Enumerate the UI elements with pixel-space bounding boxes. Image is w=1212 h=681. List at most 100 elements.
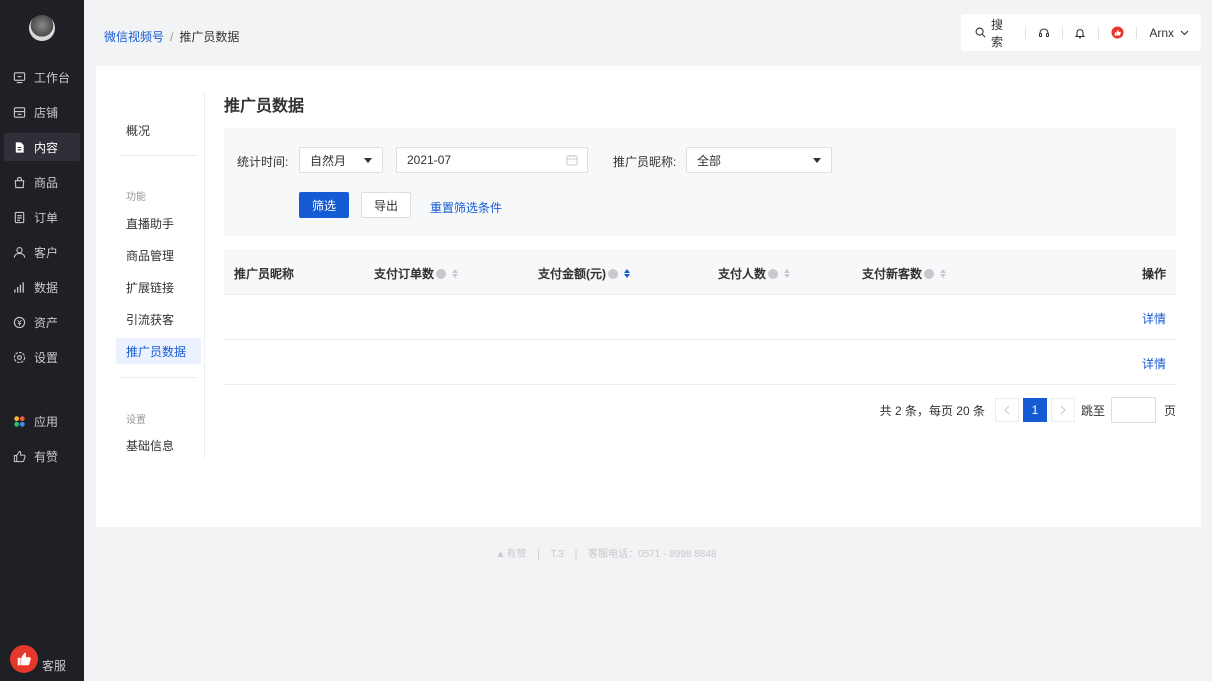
search-icon [975, 27, 986, 38]
column-promoter-nickname: 推广员昵称 [234, 267, 295, 281]
nickname-value: 全部 [697, 153, 722, 168]
sidebar-item-customer[interactable]: 客户 [4, 238, 80, 266]
sidebar-item-store[interactable]: 店铺 [4, 98, 80, 126]
settings-icon [12, 350, 26, 364]
help-icon[interactable] [608, 268, 618, 279]
sort-icon[interactable] [940, 269, 947, 278]
main-panel: 概况 功能 直播助手 商品管理 扩展链接 引流获客 推广员数据 设置 基础信息 … [96, 66, 1201, 527]
submenu-item-basic-info[interactable]: 基础信息 [116, 432, 201, 458]
customer-service-button[interactable]: 客服 [10, 643, 66, 674]
calendar-icon [566, 154, 578, 169]
period-select[interactable]: 自然月 [299, 147, 383, 173]
breadcrumb-parent-link[interactable]: 微信视频号 [104, 28, 164, 45]
bell-icon[interactable] [1074, 27, 1086, 39]
submenu-item-live-assistant[interactable]: 直播助手 [116, 210, 201, 236]
nickname-select[interactable]: 全部 [686, 147, 832, 173]
user-name: Arnx [1149, 25, 1174, 40]
submenu-item-goods-manage[interactable]: 商品管理 [116, 242, 201, 268]
breadcrumb: 微信视频号 / 推广员数据 [104, 28, 239, 45]
shop-avatar[interactable] [29, 15, 55, 41]
submenu-item-promoter-data[interactable]: 推广员数据 [116, 338, 201, 364]
search-button[interactable]: 搜索 [975, 16, 1013, 50]
search-label: 搜索 [991, 17, 1004, 49]
filter-button[interactable]: 筛选 [299, 192, 349, 218]
sidebar-item-order[interactable]: 订单 [4, 203, 80, 231]
submenu-item-traffic[interactable]: 引流获客 [116, 306, 201, 332]
user-menu[interactable]: Arnx [1149, 26, 1189, 40]
sidebar-item-label: 内容 [34, 140, 59, 155]
table-row: 详情 [224, 340, 1176, 385]
order-icon [12, 210, 26, 224]
top-toolbar: 搜索 Arnx [961, 14, 1201, 51]
sidebar-item-label: 数据 [34, 280, 59, 295]
content-icon [12, 140, 26, 154]
footer-separator: | [537, 549, 540, 560]
footer: ▲有赞 | T.3 | 客服电话：0571 - 8998 8848 [0, 545, 1212, 560]
divider [1098, 26, 1100, 39]
table-row: 详情 [224, 295, 1176, 340]
sort-icon[interactable] [784, 269, 791, 278]
sidebar-item-content[interactable]: 内容 [4, 133, 80, 161]
pagination: 共 2 条，每页 20 条 1 跳至 页 [224, 397, 1176, 423]
footer-separator: | [574, 549, 578, 560]
divider [120, 377, 197, 378]
prev-page-button[interactable] [994, 398, 1019, 422]
help-icon[interactable] [768, 268, 779, 279]
sidebar-item-label: 有赞 [34, 449, 59, 464]
divider [1136, 26, 1138, 39]
chevron-down-icon [1180, 30, 1189, 36]
column-pay-orders[interactable]: 支付订单数 [374, 265, 459, 282]
divider [1024, 26, 1026, 39]
thumbs-up-icon [10, 644, 38, 673]
footer-hotline: 客服电话：0571 - 8998 8848 [588, 549, 717, 560]
sort-icon[interactable] [452, 269, 459, 278]
submenu-overview[interactable]: 概况 [116, 117, 201, 143]
divider [1061, 26, 1063, 39]
table-header: 推广员昵称 支付订单数 支付金额(元) 支付人数 支付新客数 操作 [224, 249, 1176, 295]
youzan-icon [12, 449, 26, 463]
breadcrumb-separator: / [170, 29, 174, 44]
customer-icon [12, 245, 26, 259]
sidebar-item-data[interactable]: 数据 [4, 273, 80, 301]
sidebar-item-label: 设置 [34, 350, 59, 365]
store-icon [12, 105, 26, 119]
goods-icon [12, 175, 26, 189]
sidebar-item-goods[interactable]: 商品 [4, 168, 80, 196]
youzan-logo-icon [1111, 26, 1124, 39]
sidebar-item-workbench[interactable]: 工作台 [4, 63, 80, 91]
help-icon[interactable] [924, 268, 935, 279]
sidebar-item-label: 订单 [34, 210, 59, 225]
data-icon [12, 280, 26, 294]
workbench-icon [12, 70, 26, 84]
date-picker[interactable]: 2021-07 [396, 147, 588, 173]
apps-icon [12, 414, 26, 428]
export-button[interactable]: 导出 [361, 192, 411, 218]
jump-page-input[interactable] [1110, 397, 1156, 423]
sidebar-item-youzan[interactable]: 有赞 [4, 442, 80, 470]
breadcrumb-current: 推广员数据 [179, 30, 240, 44]
page-title: 推广员数据 [224, 98, 305, 115]
column-pay-amount[interactable]: 支付金额(元) [538, 265, 630, 282]
sidebar-item-apps[interactable]: 应用 [4, 407, 80, 435]
customer-service-label: 客服 [42, 659, 67, 673]
column-pay-users[interactable]: 支付人数 [718, 265, 791, 282]
help-icon[interactable] [436, 268, 447, 279]
detail-link[interactable]: 详情 [1142, 355, 1166, 372]
column-actions: 操作 [1141, 267, 1166, 281]
page-button-current[interactable]: 1 [1022, 398, 1047, 422]
sidebar-item-asset[interactable]: 资产 [4, 308, 80, 336]
thumbs-up-icon: ▲ [495, 549, 506, 560]
next-page-button[interactable] [1050, 398, 1075, 422]
nickname-label: 推广员昵称: [613, 155, 677, 169]
sidebar-item-label: 商品 [34, 175, 59, 190]
column-new-customers[interactable]: 支付新客数 [862, 265, 947, 282]
time-label: 统计时间: [237, 155, 289, 169]
headset-icon[interactable] [1038, 27, 1050, 39]
sidebar-item-settings[interactable]: 设置 [4, 343, 80, 371]
submenu-item-extend-links[interactable]: 扩展链接 [116, 274, 201, 300]
pagination-summary: 共 2 条，每页 20 条 [879, 403, 985, 418]
asset-icon [12, 315, 26, 329]
detail-link[interactable]: 详情 [1142, 310, 1166, 327]
reset-filter-link[interactable]: 重置筛选条件 [430, 199, 502, 216]
sort-icon[interactable] [624, 269, 630, 278]
